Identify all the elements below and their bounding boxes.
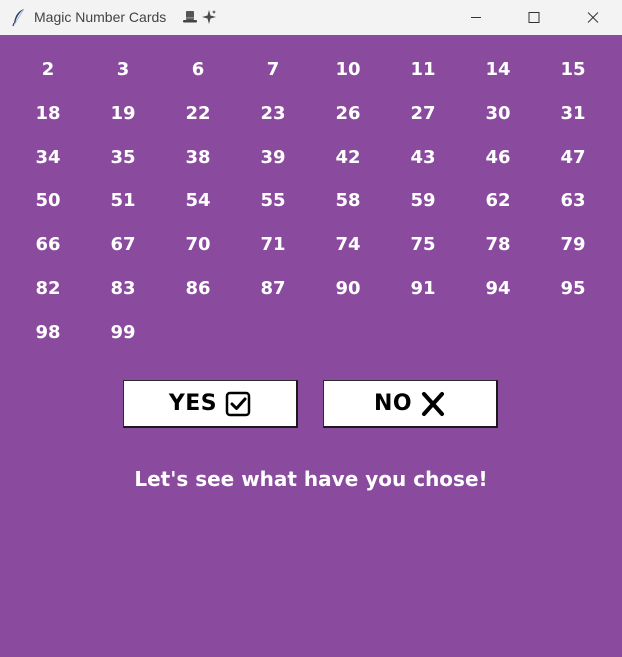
checkbox-check-icon (225, 391, 251, 416)
number-cell: 59 (410, 190, 436, 212)
minimize-button[interactable] (447, 0, 505, 35)
number-cell: 10 (335, 59, 361, 80)
number-cell: 74 (335, 234, 361, 256)
tophat-icon (183, 11, 197, 23)
number-cell: 82 (35, 278, 61, 299)
x-icon (422, 391, 445, 416)
yes-button[interactable]: YES (123, 380, 298, 428)
number-cell: 78 (485, 234, 511, 256)
number-cell: 86 (185, 278, 211, 299)
number-cell: 2 (41, 59, 55, 80)
number-cell: 27 (410, 102, 436, 124)
number-cell: 90 (335, 278, 361, 299)
number-cell: 70 (185, 234, 211, 256)
number-cell: 3 (116, 59, 130, 80)
number-cell: 42 (335, 146, 361, 168)
number-cell: 99 (110, 321, 136, 343)
main-panel: 2 3 6 7 10 11 14 15 18 19 22 23 26 27 30 31 34 35 38 39 42 43… (0, 35, 622, 657)
yes-button-label: YES (168, 391, 218, 416)
number-cell: 87 (260, 278, 286, 299)
number-cell: 95 (560, 278, 586, 299)
no-button-label: NO (373, 391, 413, 416)
number-cell: 38 (185, 146, 211, 168)
number-cell: 23 (260, 102, 286, 124)
number-cell: 39 (260, 146, 286, 168)
number-cell: 55 (260, 190, 286, 212)
number-cell: 67 (110, 234, 136, 256)
window-title: Magic Number Cards (34, 9, 167, 25)
number-cell: 22 (185, 102, 211, 124)
number-cell: 26 (335, 102, 361, 124)
number-cell: 30 (485, 102, 511, 124)
number-cell: 54 (185, 190, 211, 212)
number-cell: 15 (560, 59, 586, 80)
maximize-button[interactable] (505, 0, 563, 35)
number-cell: 11 (410, 59, 436, 80)
number-cell: 71 (260, 234, 286, 256)
no-button[interactable]: NO (323, 380, 498, 428)
number-cell: 98 (35, 321, 61, 343)
number-cell: 51 (110, 190, 136, 212)
number-cell: 18 (35, 102, 61, 124)
number-cell: 63 (560, 190, 586, 212)
number-cell: 31 (560, 102, 586, 124)
number-cell: 62 (485, 190, 511, 212)
number-cell: 19 (110, 102, 136, 124)
number-cell: 75 (410, 234, 436, 256)
number-cell: 58 (335, 190, 361, 212)
number-cell: 43 (410, 146, 436, 168)
number-cell: 94 (485, 278, 511, 299)
title-bar[interactable]: Magic Number Cards (0, 0, 622, 35)
number-cell: 66 (35, 234, 61, 256)
number-cell: 6 (191, 59, 205, 80)
number-cell: 91 (410, 278, 436, 299)
number-cell: 83 (110, 278, 136, 299)
close-button[interactable] (564, 0, 622, 35)
number-cell: 34 (35, 146, 61, 168)
number-cell: 50 (35, 190, 61, 212)
number-cell: 79 (560, 234, 586, 256)
sparkles-icon (202, 10, 216, 24)
number-cell: 7 (266, 59, 280, 80)
number-cell: 35 (110, 146, 136, 168)
number-cell: 47 (560, 146, 586, 168)
feather-icon (12, 8, 25, 27)
app-window: Magic Number Cards 2 3 6 7 10 11 14 15 18 19 22 23 2… (0, 0, 622, 657)
number-cell: 14 (485, 59, 511, 80)
result-message: Let's see what have you chose! (134, 467, 488, 491)
number-cell: 46 (485, 146, 511, 168)
